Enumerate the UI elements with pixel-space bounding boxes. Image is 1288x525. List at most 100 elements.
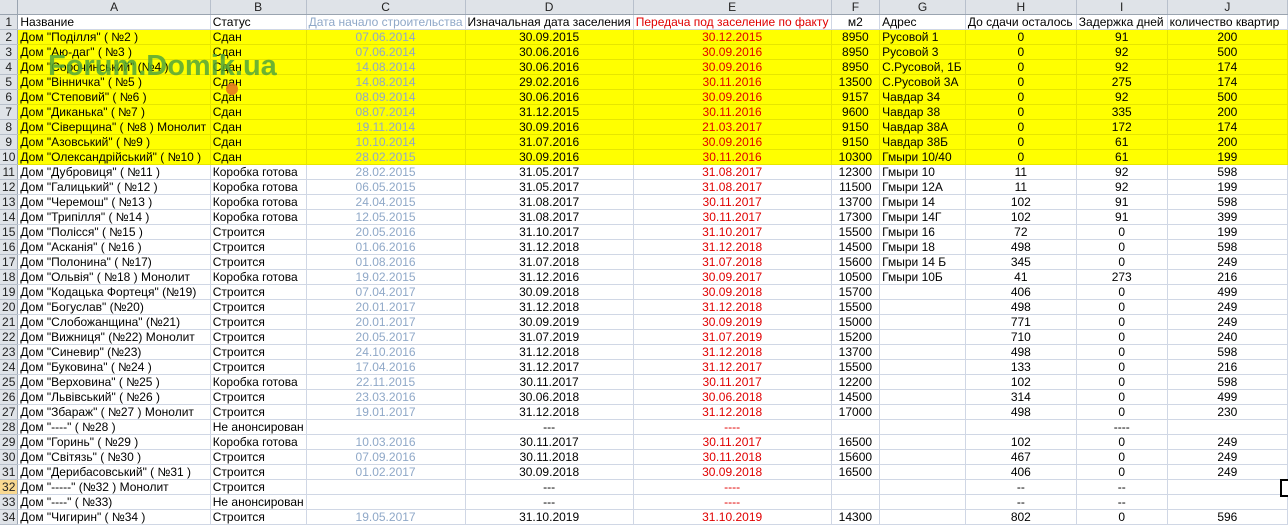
cell-start-date[interactable]: 23.03.2016	[306, 389, 466, 405]
row-header[interactable]: 24	[0, 359, 19, 375]
cell-delay[interactable]: 0	[1076, 389, 1168, 405]
cell-plan-date[interactable]: ---	[465, 419, 634, 435]
cell-plan-date[interactable]: 31.08.2017	[465, 209, 634, 225]
cell-days-left[interactable]: 406	[965, 284, 1077, 300]
cell-address[interactable]	[879, 479, 966, 495]
cell-flats[interactable]: 499	[1167, 284, 1288, 300]
cell-address[interactable]: Русовой 1	[879, 29, 966, 45]
cell-days-left[interactable]: 710	[965, 329, 1077, 345]
cell-plan-date[interactable]: 31.10.2019	[465, 509, 634, 525]
cell-start-date[interactable]: 20.05.2017	[306, 329, 466, 345]
column-header-e[interactable]: E	[633, 0, 832, 15]
cell-fact-date[interactable]: 30.09.2016	[633, 59, 832, 75]
cell-delay[interactable]: 0	[1076, 374, 1168, 390]
cell-start-date[interactable]: 06.05.2015	[306, 179, 466, 195]
cell-flats[interactable]: 500	[1167, 89, 1288, 105]
cell-area[interactable]: 17000	[831, 404, 881, 420]
cell-address[interactable]: Гмыри 10/40	[879, 149, 966, 165]
cell-delay[interactable]: 335	[1076, 104, 1168, 120]
cell-delay[interactable]: 0	[1076, 359, 1168, 375]
cell-name[interactable]: Дом "Богуслав" (№20)	[17, 299, 211, 315]
cell-area[interactable]: 8950	[831, 44, 881, 60]
cell-area[interactable]: 14500	[831, 389, 881, 405]
cell-flats[interactable]: 249	[1167, 299, 1288, 315]
cell-plan-date[interactable]: 31.05.2017	[465, 164, 634, 180]
cell-flats[interactable]: 249	[1167, 254, 1288, 270]
cell-flats[interactable]: 230	[1167, 404, 1288, 420]
cell-area[interactable]: 15600	[831, 254, 881, 270]
cell-start-date[interactable]: 07.09.2016	[306, 449, 466, 465]
cell-name[interactable]: Дом "Горинь" ( №29 )	[17, 434, 211, 450]
cell-area[interactable]: 16500	[831, 464, 881, 480]
cell-days-left[interactable]: 11	[965, 179, 1077, 195]
cell-name[interactable]: Дом "Чигирин" ( №34 )	[17, 509, 211, 525]
cell-status[interactable]: Строится	[210, 404, 307, 420]
cell-flats[interactable]: 174	[1167, 119, 1288, 135]
cell-plan-date[interactable]: 30.06.2016	[465, 44, 634, 60]
cell-area[interactable]: 9150	[831, 134, 881, 150]
cell-status[interactable]: Коробка готова	[210, 209, 307, 225]
row-header[interactable]: 34	[0, 509, 19, 525]
cell-address[interactable]: Гмыри 10Б	[879, 269, 966, 285]
row-header[interactable]: 13	[0, 194, 19, 210]
cell-name[interactable]: Дом "Полонина" ( №17)	[17, 254, 211, 270]
row-header[interactable]: 12	[0, 179, 19, 195]
cell-fact-date[interactable]: 30.11.2017	[633, 194, 832, 210]
cell-name[interactable]: Дом "----" ( №33)	[17, 494, 211, 510]
cell-area[interactable]: 12300	[831, 164, 881, 180]
cell-address[interactable]: Чавдар 38Б	[879, 134, 966, 150]
cell-address[interactable]: Чавдар 34	[879, 89, 966, 105]
cell-delay[interactable]: 0	[1076, 464, 1168, 480]
cell-days-left[interactable]: 0	[965, 134, 1077, 150]
cell-area[interactable]: 13500	[831, 74, 881, 90]
cell-name[interactable]: Дом "Збараж" ( №27 ) Монолит	[17, 404, 211, 420]
column-header-i[interactable]: I	[1076, 0, 1168, 15]
cell-start-date[interactable]: 19.11.2014	[306, 119, 466, 135]
cell-plan-date[interactable]: 29.02.2016	[465, 74, 634, 90]
cell-delay[interactable]: 0	[1076, 509, 1168, 525]
cell-flats[interactable]: 174	[1167, 74, 1288, 90]
cell-fact-date[interactable]: 31.12.2018	[633, 299, 832, 315]
cell-delay[interactable]: --	[1076, 494, 1168, 510]
row-header[interactable]: 4	[0, 59, 19, 75]
cell-flats[interactable]: 216	[1167, 359, 1288, 375]
cell-plan-date[interactable]: 31.07.2016	[465, 134, 634, 150]
cell-status[interactable]: Строится	[210, 479, 307, 495]
row-header[interactable]: 10	[0, 149, 19, 165]
cell-flats[interactable]	[1167, 494, 1288, 510]
cell-delay[interactable]: 0	[1076, 224, 1168, 240]
cell-area[interactable]	[831, 419, 881, 435]
cell-name[interactable]: Дом "Черемош" ( №13 )	[17, 194, 211, 210]
row-header[interactable]: 29	[0, 434, 19, 450]
cell-plan-date[interactable]: 31.08.2017	[465, 194, 634, 210]
cell-plan-date[interactable]: 30.11.2017	[465, 374, 634, 390]
cell-address[interactable]: Гмыри 10	[879, 164, 966, 180]
cell-status[interactable]: Сдан	[210, 29, 307, 45]
cell-fact-date[interactable]: 31.08.2017	[633, 164, 832, 180]
cell-start-date[interactable]: 20.05.2016	[306, 224, 466, 240]
cell-status[interactable]: Не анонсирован	[210, 494, 307, 510]
cell-days-left[interactable]: 771	[965, 314, 1077, 330]
row-header[interactable]: 7	[0, 104, 19, 120]
cell-delay[interactable]: 91	[1076, 194, 1168, 210]
cell-flats[interactable]: 598	[1167, 239, 1288, 255]
cell-delay[interactable]: --	[1076, 479, 1168, 495]
cell-flats[interactable]	[1167, 419, 1288, 435]
cell-days-left[interactable]: 102	[965, 194, 1077, 210]
cell-delay[interactable]: 0	[1076, 329, 1168, 345]
cell-fact-date[interactable]: 30.09.2017	[633, 269, 832, 285]
cell-header-address[interactable]: Адрес	[879, 14, 966, 30]
cell-flats[interactable]: 199	[1167, 179, 1288, 195]
cell-address[interactable]	[879, 329, 966, 345]
cell-header-plan[interactable]: Изначальная дата заселения	[465, 14, 634, 30]
cell-address[interactable]	[879, 494, 966, 510]
cell-flats[interactable]: 200	[1167, 29, 1288, 45]
cell-delay[interactable]: 92	[1076, 44, 1168, 60]
cell-name[interactable]: Дом "Полісся" ( №15 )	[17, 224, 211, 240]
cell-delay[interactable]: 0	[1076, 314, 1168, 330]
cell-name[interactable]: Дом "Степовий" ( №6 )	[17, 89, 211, 105]
cell-delay[interactable]: 0	[1076, 239, 1168, 255]
cell-delay[interactable]: 92	[1076, 89, 1168, 105]
cell-status[interactable]: Строится	[210, 449, 307, 465]
cell-name[interactable]: Дом "Асканія" ( №16 )	[17, 239, 211, 255]
